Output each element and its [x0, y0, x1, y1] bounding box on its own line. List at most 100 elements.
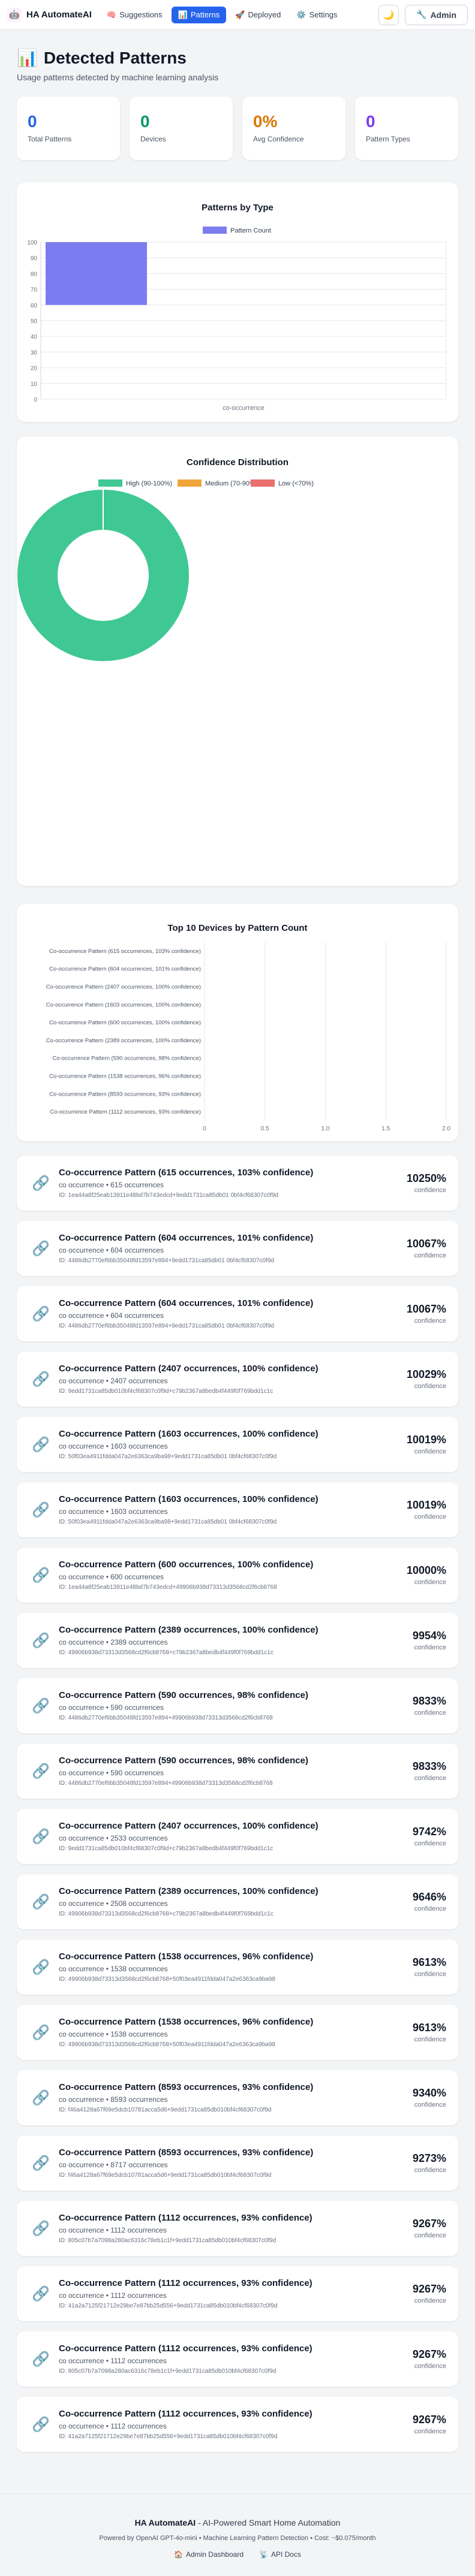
api-docs-link[interactable]: 📡 API Docs [259, 2550, 301, 2559]
confidence-label: confidence [414, 1187, 446, 1194]
stat-value: 0% [253, 112, 278, 131]
chart-icon: 📊 [17, 49, 38, 67]
pattern-title: Co-occurrence Pattern (615 occurrences, … [59, 1168, 314, 1178]
pattern-item[interactable]: 🔗 Co-occurrence Pattern (1603 occurrences… [17, 1417, 458, 1472]
pattern-item[interactable]: 🔗 Co-occurrence Pattern (1112 occurrences… [17, 2266, 458, 2321]
y-tick-label: 20 [31, 366, 38, 372]
link-icon: 🔗 [32, 1305, 50, 1322]
pattern-item[interactable]: 🔗 Co-occurrence Pattern (2407 occurrences… [17, 1809, 458, 1864]
nav-link-settings[interactable]: ⚙️ Settings [290, 7, 344, 23]
pattern-type: co occurrence • 1603 occurrences [59, 1442, 168, 1450]
nav-link-suggestions[interactable]: 🧠 Suggestions [100, 7, 169, 23]
confidence-label: confidence [414, 2036, 446, 2043]
pattern-id: ID: 805c07b7a7098a280ac6316c78eb1c1f+9ed… [59, 2368, 276, 2375]
nav-link-deployed[interactable]: 🚀 Deployed [229, 7, 287, 23]
pattern-item[interactable]: 🔗 Co-occurrence Pattern (2407 occurrences… [17, 1352, 458, 1407]
pattern-confidence: 9742% confidence [413, 1826, 446, 1847]
admin-dashboard-link[interactable]: 🏠 Admin Dashboard [174, 2550, 243, 2559]
stat-label: Avg Confidence [253, 135, 304, 143]
y-tick-label: Co-occurrence Pattern (8593 occurrences,… [49, 1091, 201, 1097]
pattern-id: ID: 1ea44a8f25eab13911e48bd7b743edcd+9ed… [59, 1192, 278, 1199]
confidence-label: confidence [414, 1579, 446, 1586]
pattern-id: ID: f46a4128a67f69e5dcb10781acca5d6+9edd… [59, 2107, 272, 2113]
pattern-item[interactable]: 🔗 Co-occurrence Pattern (590 occurrences,… [17, 1678, 458, 1733]
pattern-confidence: 9267% confidence [413, 2218, 446, 2239]
pattern-confidence: 10067% confidence [407, 1303, 446, 1325]
pattern-confidence: 10029% confidence [407, 1368, 446, 1390]
donut-marks [16, 488, 190, 662]
pattern-item[interactable]: 🔗 Co-occurrence Pattern (590 occurrences,… [17, 1744, 458, 1799]
pattern-item[interactable]: 🔗 Co-occurrence Pattern (1538 occurrences… [17, 1939, 458, 1995]
confidence-value: 10067% [406, 1303, 446, 1315]
x-tick-label: 2.0 [442, 1126, 450, 1132]
pattern-item[interactable]: 🔗 Co-occurrence Pattern (8593 occurrences… [17, 2135, 458, 2191]
pattern-body: Co-occurrence Pattern (1112 occurrences,… [59, 2343, 413, 2375]
pattern-type: co occurrence • 2508 occurrences [59, 1899, 168, 1908]
confidence-label: confidence [414, 2297, 446, 2304]
nav-link-patterns[interactable]: 📊 Patterns [171, 6, 227, 23]
pattern-item[interactable]: 🔗 Co-occurrence Pattern (604 occurrences,… [17, 1221, 458, 1276]
x-tick-label: 1.0 [321, 1126, 330, 1132]
x-tick-label: 0 [203, 1126, 206, 1132]
y-tick-label: 40 [31, 334, 38, 340]
y-tick-label: 70 [31, 287, 38, 294]
x-tick-label: 1.5 [381, 1126, 390, 1132]
pattern-id: ID: 805c07b7a7098a280ac6316c78eb1c1f+9ed… [59, 2237, 276, 2244]
pattern-item[interactable]: 🔗 Co-occurrence Pattern (8593 occurrences… [17, 2070, 458, 2125]
pattern-type: co occurrence • 2533 occurrences [59, 1834, 168, 1842]
chart-title: Top 10 Devices by Pattern Count [167, 923, 307, 933]
pattern-item[interactable]: 🔗 Co-occurrence Pattern (600 occurrences,… [17, 1548, 458, 1603]
confidence-value: 9954% [412, 1630, 446, 1642]
antenna-icon: 📡 [259, 2550, 268, 2559]
y-tick-label: Co-occurrence Pattern (1603 occurrences,… [46, 1002, 201, 1008]
pattern-item[interactable]: 🔗 Co-occurrence Pattern (615 occurrences,… [17, 1156, 458, 1211]
pattern-title: Co-occurrence Pattern (1112 occurrences,… [59, 2409, 312, 2419]
pattern-item[interactable]: 🔗 Co-occurrence Pattern (1112 occurrences… [17, 2201, 458, 2256]
confidence-label: confidence [414, 1709, 446, 1717]
confidence-label: confidence [414, 1840, 446, 1847]
legend-swatch [203, 227, 227, 234]
link-icon: 🔗 [32, 1501, 50, 1518]
pattern-id: ID: 4486db2770ef6bb35048fd13597e894+4990… [59, 1715, 273, 1721]
pattern-item[interactable]: 🔗 Co-occurrence Pattern (1538 occurrences… [17, 2005, 458, 2060]
wrench-icon: 🔧 [416, 10, 427, 19]
pattern-id: ID: 4486db2770ef6bb35048fd13597e894+4990… [59, 1780, 273, 1787]
admin-button[interactable]: 🔧 Admin [405, 4, 468, 25]
pattern-item[interactable]: 🔗 Co-occurrence Pattern (1112 occurrences… [17, 2331, 458, 2387]
brand[interactable]: 🤖 HA AutomateAI [7, 7, 92, 22]
link-icon: 🔗 [32, 2024, 50, 2041]
y-tick-label: Co-occurrence Pattern (2389 occurrences,… [46, 1037, 201, 1044]
confidence-label: confidence [414, 1513, 446, 1521]
confidence-label: confidence [414, 1252, 446, 1259]
confidence-value: 9833% [412, 1760, 446, 1772]
pattern-title: Co-occurrence Pattern (590 occurrences, … [59, 1755, 308, 1766]
confidence-value: 10067% [406, 1238, 446, 1250]
pattern-item[interactable]: 🔗 Co-occurrence Pattern (1603 occurrences… [17, 1482, 458, 1537]
theme-toggle-button[interactable]: 🌙 [378, 4, 399, 25]
pattern-type: co occurrence • 1112 occurrences [59, 2422, 167, 2430]
link-icon: 🔗 [32, 1632, 50, 1649]
nav-actions: 🌙 🔧 Admin [378, 4, 468, 25]
pattern-type: co occurrence • 1538 occurrences [59, 1965, 168, 1973]
pattern-confidence: 10019% confidence [407, 1434, 446, 1455]
pattern-item[interactable]: 🔗 Co-occurrence Pattern (1112 occurrences… [17, 2397, 458, 2452]
chart-icon: 📊 [178, 10, 188, 19]
pattern-item[interactable]: 🔗 Co-occurrence Pattern (2389 occurrences… [17, 1874, 458, 1929]
footer-tagline: - AI-Powered Smart Home Automation [196, 2518, 341, 2527]
confidence-label: confidence [414, 1448, 446, 1455]
link-icon: 🔗 [32, 2416, 50, 2433]
confidence-value: 9833% [412, 1695, 446, 1707]
pattern-item[interactable]: 🔗 Co-occurrence Pattern (604 occurrences,… [17, 1286, 458, 1341]
confidence-value: 9340% [412, 2087, 446, 2099]
pattern-title: Co-occurrence Pattern (1112 occurrences,… [59, 2343, 312, 2354]
pattern-title: Co-occurrence Pattern (590 occurrences, … [59, 1690, 308, 1700]
pattern-item[interactable]: 🔗 Co-occurrence Pattern (2389 occurrences… [17, 1613, 458, 1668]
pattern-body: Co-occurrence Pattern (604 occurrences, … [59, 1298, 407, 1329]
footer-brand-line: HA AutomateAI - AI-Powered Smart Home Au… [0, 2518, 475, 2527]
page-title-text: Detected Patterns [43, 48, 187, 67]
nav-links: 🧠 Suggestions 📊 Patterns 🚀 Deployed ⚙️ S… [100, 6, 344, 23]
confidence-distribution-chart: Confidence Distribution High (90-100%) Me… [16, 457, 314, 662]
confidence-value: 9267% [412, 2414, 446, 2426]
link-label: Admin Dashboard [185, 2550, 244, 2559]
confidence-value: 9613% [412, 1956, 446, 1968]
